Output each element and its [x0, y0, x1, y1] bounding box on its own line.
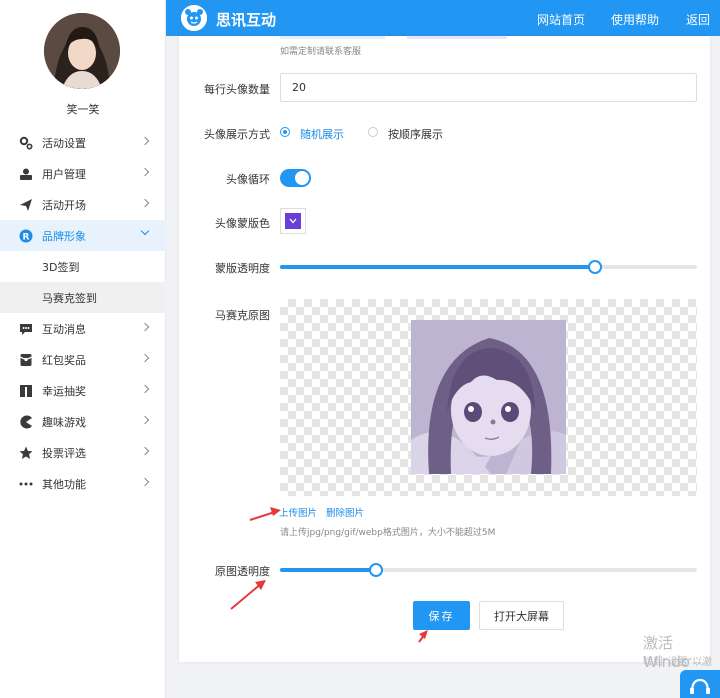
windows-watermark-subtitle: 转到"设置"以激: [643, 657, 713, 668]
customer-service-button[interactable]: [680, 670, 720, 698]
headset-icon: [690, 678, 710, 694]
annotation-arrows: [230, 507, 428, 643]
